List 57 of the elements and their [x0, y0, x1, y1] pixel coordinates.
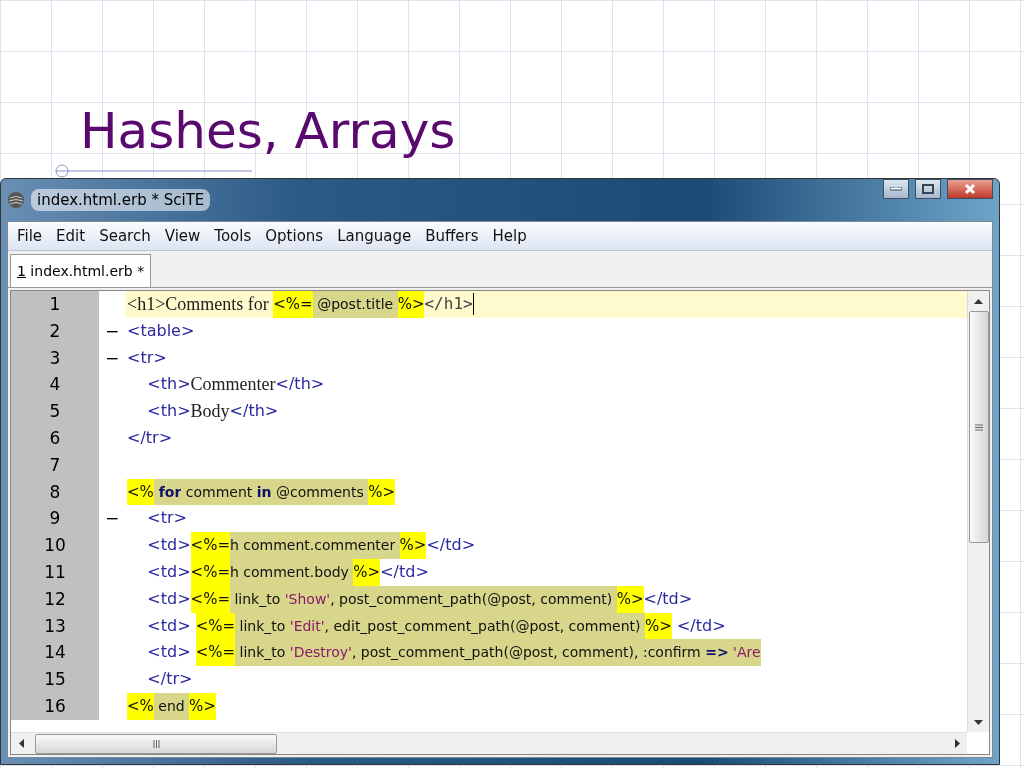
code-line: <td><%=h comment.commenter %></td>: [125, 532, 967, 559]
menu-item[interactable]: Options: [258, 227, 331, 245]
menu-item[interactable]: Buffers: [418, 227, 486, 245]
grip-icon: [152, 739, 160, 748]
code-line: <th>Commenter</th>: [146, 373, 326, 397]
menu-item[interactable]: File: [10, 227, 50, 245]
menu-item[interactable]: View: [157, 227, 208, 245]
code-line: <td><%= link_to 'Show', post_comment_path(@post, comment) %></td>: [125, 585, 967, 613]
line-number: 13: [11, 612, 99, 640]
line-number: 16: [11, 692, 99, 720]
code-line: <table>: [126, 319, 196, 342]
menu-item[interactable]: Search: [92, 227, 158, 245]
line-number: 7: [11, 451, 99, 479]
grip-icon: [974, 423, 983, 431]
line-number: 8: [11, 478, 99, 506]
code-line: <% end %>: [125, 692, 967, 720]
code-line: <tr>: [146, 507, 188, 530]
menu-item[interactable]: Edit: [49, 227, 93, 245]
line-number: 3: [11, 344, 99, 372]
app-logo-icon: [7, 191, 25, 209]
scroll-up-icon[interactable]: [974, 298, 983, 304]
line-number: 2: [11, 317, 99, 345]
menu-item[interactable]: Language: [330, 227, 419, 245]
vertical-scrollbar[interactable]: [967, 291, 989, 732]
line-number: 6: [11, 425, 99, 452]
minimize-button[interactable]: [883, 179, 909, 199]
line-number: 10: [11, 532, 99, 559]
scroll-right-icon[interactable]: [954, 739, 960, 748]
code-line: <td> <%= link_to 'Destroy', post_comment_path(@post, comment), :confirm => 'Are: [125, 639, 967, 667]
line-number: 14: [11, 639, 99, 667]
slide-title: Hashes, Arrays: [80, 102, 456, 160]
code-line: </tr>: [126, 427, 174, 449]
line-number: 15: [11, 666, 99, 693]
menu-item[interactable]: Tools: [207, 227, 259, 245]
file-tab[interactable]: 1 index.html.erb *: [10, 254, 152, 287]
line-number: 1: [11, 291, 99, 318]
maximize-icon: [922, 184, 934, 194]
code-line: </tr>: [146, 668, 194, 691]
scroll-down-icon[interactable]: [974, 719, 983, 725]
code-line: <th>Body</th>: [146, 400, 280, 424]
line-number: 5: [11, 398, 99, 425]
line-number: 11: [11, 558, 99, 586]
code-line: <td><%=h comment.body %></td>: [125, 558, 967, 586]
code-line: <tr>: [126, 346, 168, 369]
line-number: 12: [11, 585, 99, 613]
minimize-icon: [890, 187, 902, 191]
close-icon: [964, 183, 976, 195]
code-line: <td> <%= link_to 'Edit', edit_post_comment_path(@post, comment) %> </td>: [125, 612, 967, 640]
code-line: <% for comment in @comments %>: [125, 478, 967, 506]
line-number: 4: [11, 371, 99, 399]
scroll-left-icon[interactable]: [18, 739, 24, 748]
line-number: 9: [11, 505, 99, 533]
horizontal-scrollbar[interactable]: [11, 732, 967, 754]
maximize-button[interactable]: [915, 179, 941, 199]
menu-item[interactable]: Help: [485, 227, 534, 245]
close-button[interactable]: [947, 179, 993, 199]
window-title: index.html.erb * SciTE: [31, 189, 211, 211]
